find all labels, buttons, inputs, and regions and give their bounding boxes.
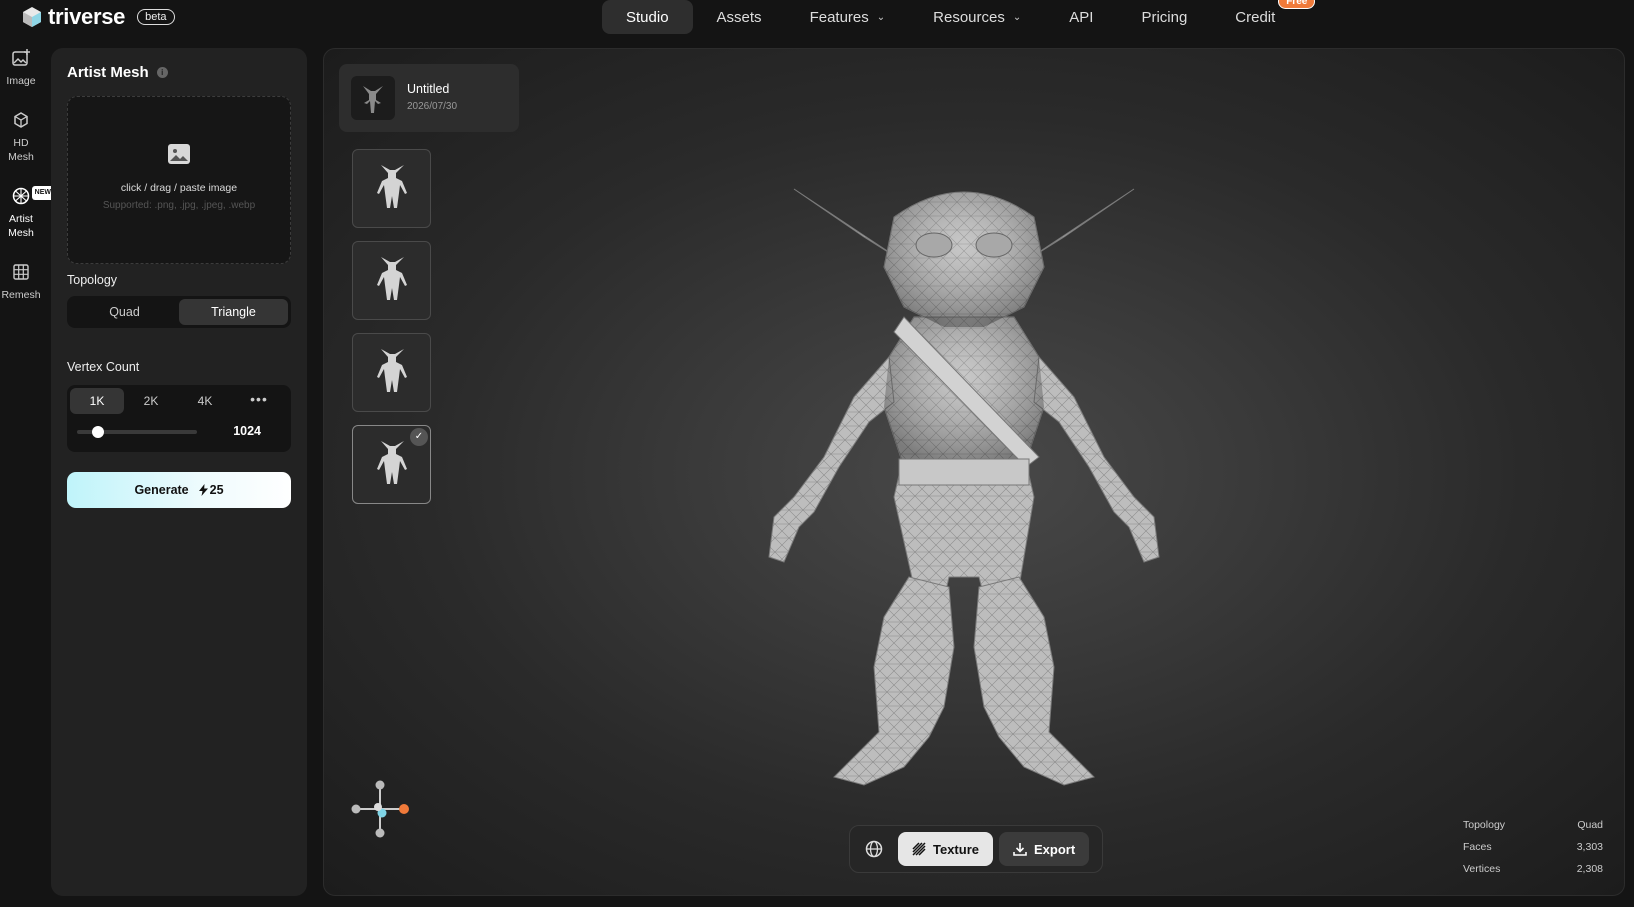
grid-icon [13, 264, 29, 280]
stat-label: Faces [1463, 841, 1492, 853]
nav-studio[interactable]: Studio [602, 0, 693, 34]
topology-quad-button[interactable]: Quad [70, 299, 179, 325]
stat-row-topology: Topology Quad [1463, 814, 1603, 836]
sidebar-item-label: Image [6, 75, 36, 87]
texture-button[interactable]: Texture [898, 832, 993, 866]
panel-title: Artist Mesh i [67, 64, 168, 81]
sidebar-item-label: Remesh [1, 289, 41, 301]
texture-label: Texture [933, 841, 979, 857]
generate-cost-value: 25 [209, 483, 224, 497]
model-date: 2026/07/30 [407, 101, 458, 112]
model-card[interactable]: Untitled 2026/07/30 [339, 64, 519, 132]
main-nav: Studio Assets Features ⌄ Resources ⌄ API P… [602, 0, 1316, 34]
sidebar-item-image[interactable]: Image [0, 48, 42, 88]
variant-thumbnail-1[interactable] [352, 149, 431, 228]
more-options-icon[interactable]: ••• [232, 388, 286, 414]
nav-assets[interactable]: Assets [693, 0, 786, 34]
top-bar: triverse beta Studio Assets Features ⌄ Re… [0, 0, 1634, 40]
generate-label: Generate [134, 483, 189, 497]
selected-check-icon: ✓ [410, 428, 428, 446]
chevron-down-icon: ⌄ [1012, 11, 1022, 23]
goblin-thumbnail-icon [363, 86, 383, 113]
settings-panel: Artist Mesh i click / drag / paste image… [51, 48, 307, 896]
goblin-preview-icon [377, 165, 407, 208]
export-label: Export [1034, 841, 1076, 857]
stat-value: 3,303 [1576, 841, 1603, 853]
stat-label: Vertices [1463, 863, 1501, 875]
stat-value: 2,308 [1576, 863, 1603, 875]
goblin-preview-icon [377, 257, 407, 300]
model-title: Untitled [407, 82, 450, 96]
nav-resources[interactable]: Resources ⌄ [909, 0, 1045, 34]
sidebar-item-label: HD Mesh [8, 137, 34, 163]
vertex-count-control: 1K 2K 4K ••• 1024 [67, 385, 291, 452]
vertex-count-label: Vertex Count [67, 360, 140, 374]
goblin-3d-model[interactable] [754, 167, 1174, 847]
topology-triangle-button[interactable]: Triangle [179, 299, 288, 325]
vertex-count-value: 1024 [233, 424, 261, 438]
topology-label: Topology [67, 273, 118, 287]
nav-api[interactable]: API [1045, 0, 1117, 34]
image-plus-icon [12, 49, 30, 66]
sidebar-item-remesh[interactable]: Remesh [0, 262, 42, 302]
beta-badge: beta [137, 9, 175, 25]
axis-gizmo-icon[interactable] [350, 779, 410, 839]
mesh-sphere-icon [12, 187, 30, 205]
nav-resources-label: Resources [933, 8, 1005, 26]
download-icon [1013, 843, 1027, 856]
app-name: triverse [48, 4, 126, 29]
left-sidebar: Image HD Mesh NEW Artist Mesh Remesh [0, 48, 54, 324]
stat-row-faces: Faces 3,303 [1463, 836, 1603, 858]
vertex-2k-button[interactable]: 2K [124, 388, 178, 414]
vertex-slider-thumb[interactable] [92, 426, 104, 438]
environment-button[interactable] [856, 832, 892, 866]
nav-features[interactable]: Features ⌄ [786, 0, 910, 34]
upload-instructions: click / drag / paste image [120, 182, 238, 194]
sidebar-item-label: Artist Mesh [8, 213, 34, 239]
lightning-icon [198, 484, 208, 496]
stat-label: Topology [1463, 819, 1506, 831]
stat-row-vertices: Vertices 2,308 [1463, 858, 1603, 880]
mesh-stats: Topology Quad Faces 3,303 Vertices 2,308 [1463, 814, 1603, 880]
texture-icon [912, 842, 926, 856]
variant-thumbnail-2[interactable] [352, 241, 431, 320]
nav-credit-label: Credit [1235, 8, 1276, 26]
stat-value: Quad [1577, 819, 1603, 831]
generate-button[interactable]: Generate 25 [67, 472, 291, 508]
nav-features-label: Features [809, 8, 869, 26]
nav-pricing-label: Pricing [1141, 8, 1188, 26]
variant-thumbnail-4[interactable]: ✓ [352, 425, 431, 504]
nav-studio-label: Studio [626, 8, 669, 26]
upload-supported-formats: Supported: .png, .jpg, .jpeg, .webp [102, 200, 256, 211]
vertex-1k-button[interactable]: 1K [70, 388, 124, 414]
panel-title-text: Artist Mesh [67, 64, 149, 81]
image-icon [168, 144, 190, 164]
nav-assets-label: Assets [716, 8, 762, 26]
nav-pricing[interactable]: Pricing [1117, 0, 1211, 34]
goblin-preview-icon [377, 349, 407, 392]
free-badge: Free [1278, 0, 1316, 9]
nav-api-label: API [1069, 8, 1094, 26]
logo[interactable]: triverse beta [22, 4, 175, 30]
vertex-4k-button[interactable]: 4K [178, 388, 232, 414]
nav-credit[interactable]: Credit Free [1211, 0, 1316, 34]
topology-toggle: Quad Triangle [67, 296, 291, 328]
sidebar-item-artist-mesh[interactable]: NEW Artist Mesh [0, 186, 54, 240]
info-icon[interactable]: i [156, 67, 168, 78]
globe-icon [865, 840, 883, 858]
image-upload-dropzone[interactable]: click / drag / paste image Supported: .p… [67, 96, 291, 264]
generate-cost: 25 [198, 483, 224, 497]
sidebar-item-hd-mesh[interactable]: HD Mesh [0, 110, 42, 164]
model-thumbnail [351, 76, 395, 120]
chevron-down-icon: ⌄ [876, 11, 886, 23]
viewer-toolbar: Texture Export [849, 825, 1103, 873]
triverse-logo-icon [23, 7, 41, 27]
cube-icon [14, 112, 28, 128]
export-button[interactable]: Export [999, 832, 1090, 866]
3d-viewer[interactable]: Untitled 2026/07/30 ✓ Texture Export Top… [323, 48, 1625, 896]
variant-thumbnail-3[interactable] [352, 333, 431, 412]
